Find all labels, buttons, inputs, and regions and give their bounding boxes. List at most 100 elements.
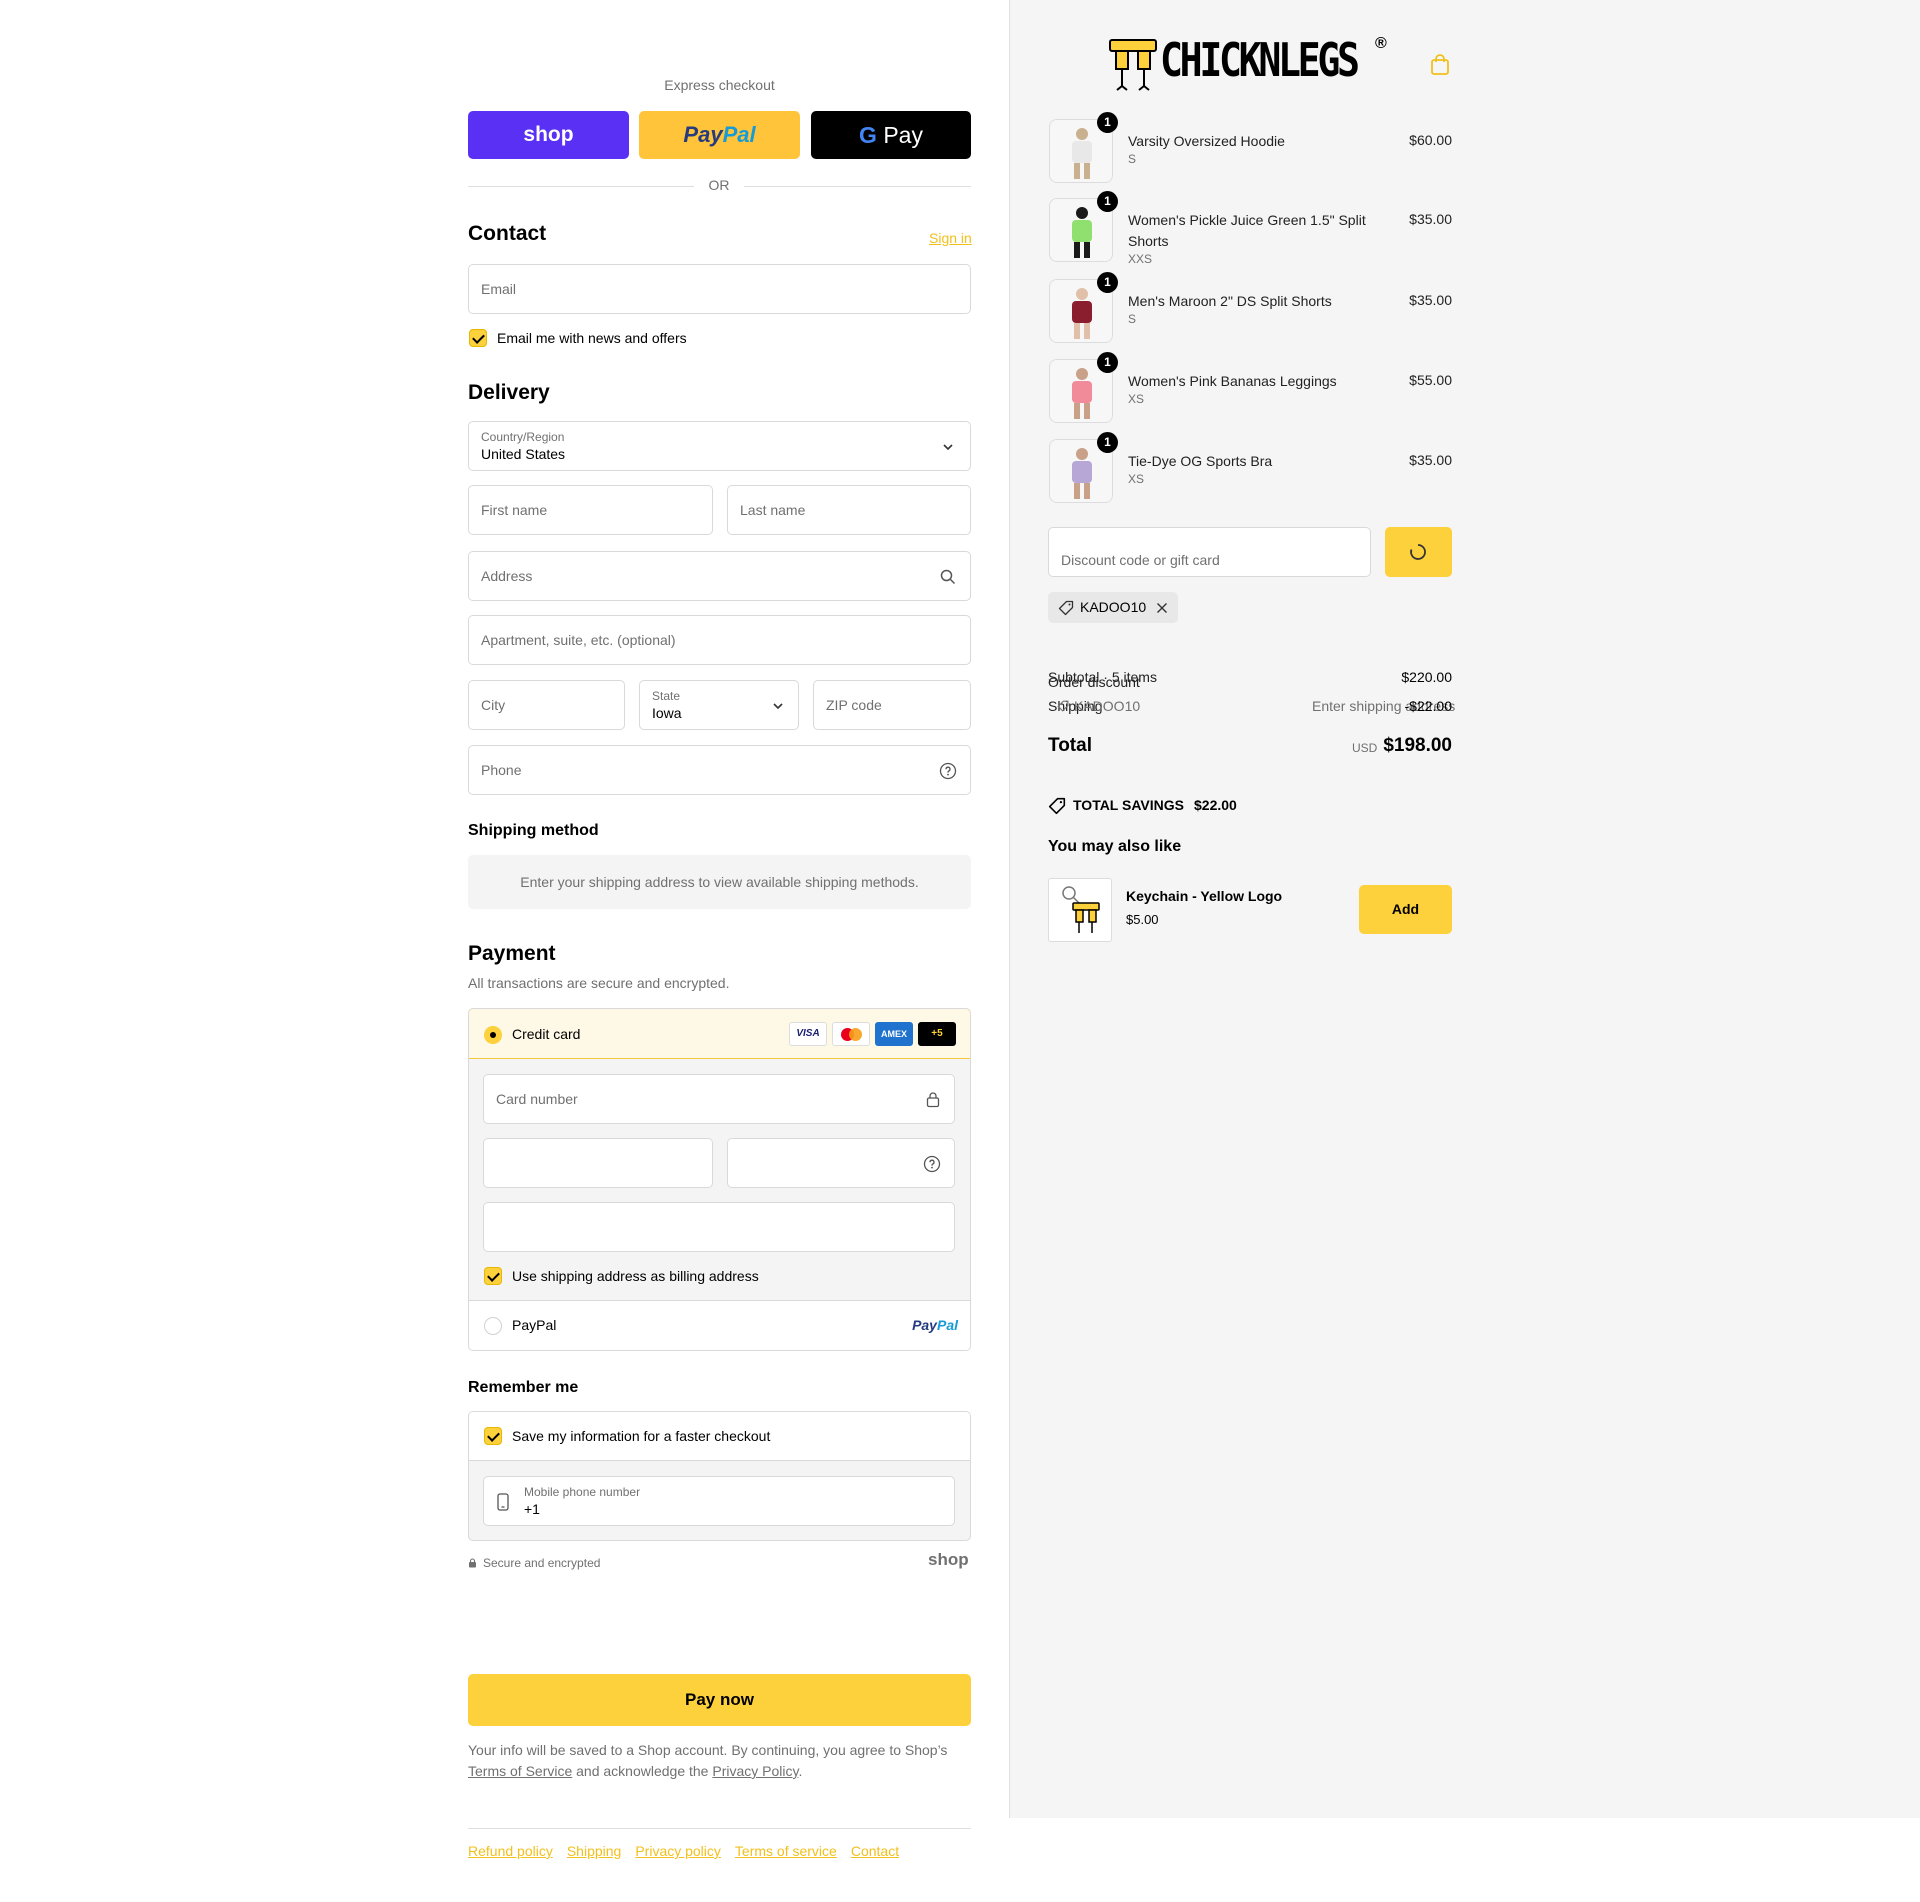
mobile-phone-field[interactable]: Mobile phone number +1 [483, 1476, 955, 1526]
remember-me-box: Save my information for a faster checkou… [468, 1411, 971, 1541]
country-label: Country/Region [481, 430, 565, 444]
apartment-field[interactable]: Apartment, suite, etc. (optional) [468, 615, 971, 665]
visa-icon: VISA [789, 1022, 827, 1046]
lock-icon [469, 1558, 476, 1568]
keychain-icon [1062, 886, 1100, 933]
city-field[interactable]: City [468, 680, 625, 730]
cart-item-quantity-badge: 1 [1097, 112, 1118, 133]
footer-link-shipping[interactable]: Shipping [567, 1843, 622, 1859]
news-label: Email me with news and offers [497, 330, 687, 346]
google-pay-button[interactable]: G Pay [811, 111, 971, 159]
legal-text-c: . [798, 1763, 803, 1779]
country-select[interactable]: Country/Region United States [468, 421, 971, 471]
paypal-logo-pal: Pal [722, 122, 756, 147]
city-placeholder: City [481, 697, 506, 713]
upsell-heading: You may also like [1048, 838, 1182, 855]
country-value: United States [481, 446, 566, 462]
brand-logo[interactable]: CHICKNLEGS ® [1108, 33, 1392, 93]
address-field[interactable]: Address [468, 551, 971, 601]
sign-in-link[interactable]: Sign in [929, 230, 972, 246]
privacy-policy-link[interactable]: Privacy Policy [712, 1763, 798, 1779]
cart-item-variant: S [1128, 312, 1137, 326]
cart-item-price: $35.00 [1409, 292, 1452, 308]
discount-value: -$22.00 [1404, 698, 1452, 714]
contact-heading: Contact [468, 222, 547, 245]
save-info-checkbox[interactable] [484, 1427, 502, 1445]
paypal-radio[interactable] [484, 1317, 502, 1335]
upsell-add-button[interactable]: Add [1359, 885, 1452, 934]
search-icon [940, 569, 956, 585]
help-circle-icon[interactable] [923, 1155, 941, 1173]
first-name-placeholder: First name [481, 502, 548, 518]
footer-link-privacy[interactable]: Privacy policy [635, 1843, 721, 1859]
phone-field[interactable]: Phone [468, 745, 971, 795]
first-name-field[interactable]: First name [468, 485, 713, 535]
footer-links: Refund policy Shipping Privacy policy Te… [468, 1843, 899, 1859]
card-number-placeholder: Card number [496, 1091, 578, 1107]
footer-link-contact[interactable]: Contact [851, 1843, 899, 1859]
footer-link-terms[interactable]: Terms of service [735, 1843, 837, 1859]
footer-link-refund[interactable]: Refund policy [468, 1843, 553, 1859]
address-placeholder: Address [481, 568, 533, 584]
tag-icon [1048, 797, 1066, 815]
zip-field[interactable]: ZIP code [813, 680, 971, 730]
save-info-label: Save my information for a faster checkou… [512, 1428, 771, 1444]
express-checkout-title: Express checkout [664, 77, 775, 93]
expiration-field[interactable] [483, 1138, 713, 1188]
paypal-express-button[interactable]: PayPal [639, 111, 800, 159]
paypal-label: PayPal [512, 1317, 557, 1333]
apartment-placeholder: Apartment, suite, etc. (optional) [481, 632, 676, 648]
upsell-price: $5.00 [1126, 912, 1159, 927]
cart-item-price: $35.00 [1409, 452, 1452, 468]
shop-pay-button[interactable]: shop [468, 111, 629, 159]
name-on-card-field[interactable] [483, 1202, 955, 1252]
apply-discount-button[interactable] [1385, 527, 1452, 577]
chevron-down-icon [773, 703, 783, 710]
loading-spinner-icon [1410, 544, 1426, 560]
billing-checkbox[interactable] [484, 1267, 502, 1285]
credit-card-radio[interactable] [484, 1026, 502, 1044]
state-select[interactable]: State Iowa [639, 680, 799, 730]
cart-item-variant: XXS [1128, 252, 1153, 266]
help-circle-icon[interactable] [939, 762, 957, 780]
cart-item-name: Women's Pink Bananas Leggings [1128, 373, 1337, 389]
upsell-name: Keychain - Yellow Logo [1126, 888, 1283, 904]
discount-code-field[interactable]: Discount code or gift card [1048, 527, 1371, 577]
last-name-field[interactable]: Last name [727, 485, 971, 535]
shopping-bag-icon[interactable] [1430, 54, 1450, 76]
cart-item-quantity-badge: 1 [1097, 352, 1118, 373]
cart-item-price: $60.00 [1409, 132, 1452, 148]
total-savings-value: $22.00 [1194, 797, 1237, 813]
close-icon[interactable] [1156, 602, 1168, 614]
pay-now-button[interactable]: Pay now [468, 1674, 971, 1726]
order-summary-panel [1009, 0, 1920, 1818]
applied-discount-code: KADOO10 [1080, 599, 1147, 615]
card-number-field[interactable]: Card number [483, 1074, 955, 1124]
paypal-option[interactable]: PayPal PayPal [469, 1300, 970, 1350]
news-checkbox[interactable] [469, 329, 487, 347]
registered-mark: ® [1375, 35, 1387, 52]
paypal-logo-pal: Pal [936, 1317, 958, 1333]
email-placeholder: Email [481, 281, 517, 297]
cart-item-name: Varsity Oversized Hoodie [1128, 133, 1285, 149]
discount-code-placeholder: Discount code or gift card [1061, 552, 1220, 568]
paypal-logo-pay: Pay [683, 122, 723, 147]
email-field[interactable]: Email [468, 264, 971, 314]
terms-of-service-link[interactable]: Terms of Service [468, 1763, 572, 1779]
cart-item-variant: XS [1128, 472, 1145, 486]
security-code-field[interactable] [727, 1138, 955, 1188]
brand-name: CHICKNLEGS [1160, 33, 1360, 87]
tag-icon [1057, 700, 1069, 712]
upsell-thumbnail [1048, 878, 1112, 942]
state-label: State [652, 689, 681, 703]
footer-divider [468, 1828, 971, 1829]
zip-placeholder: ZIP code [826, 697, 882, 713]
total-currency: USD [1352, 741, 1378, 755]
save-info-row[interactable]: Save my information for a faster checkou… [469, 1412, 970, 1461]
total-savings-label: TOTAL SAVINGS [1073, 797, 1184, 813]
credit-card-option[interactable]: Credit card VISA AMEX +5 [469, 1009, 970, 1059]
tag-icon [1058, 600, 1074, 616]
shop-pay-label: shop [523, 123, 574, 146]
cart-item-quantity-badge: 1 [1097, 432, 1118, 453]
cart-item-variant: XS [1128, 392, 1145, 406]
